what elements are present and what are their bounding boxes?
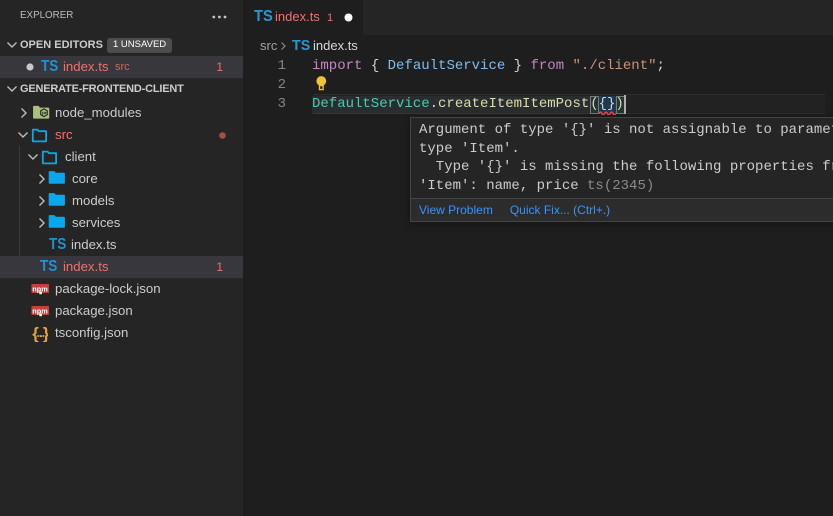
svg-text:{: { bbox=[32, 325, 39, 342]
svg-text:}: } bbox=[43, 325, 48, 342]
